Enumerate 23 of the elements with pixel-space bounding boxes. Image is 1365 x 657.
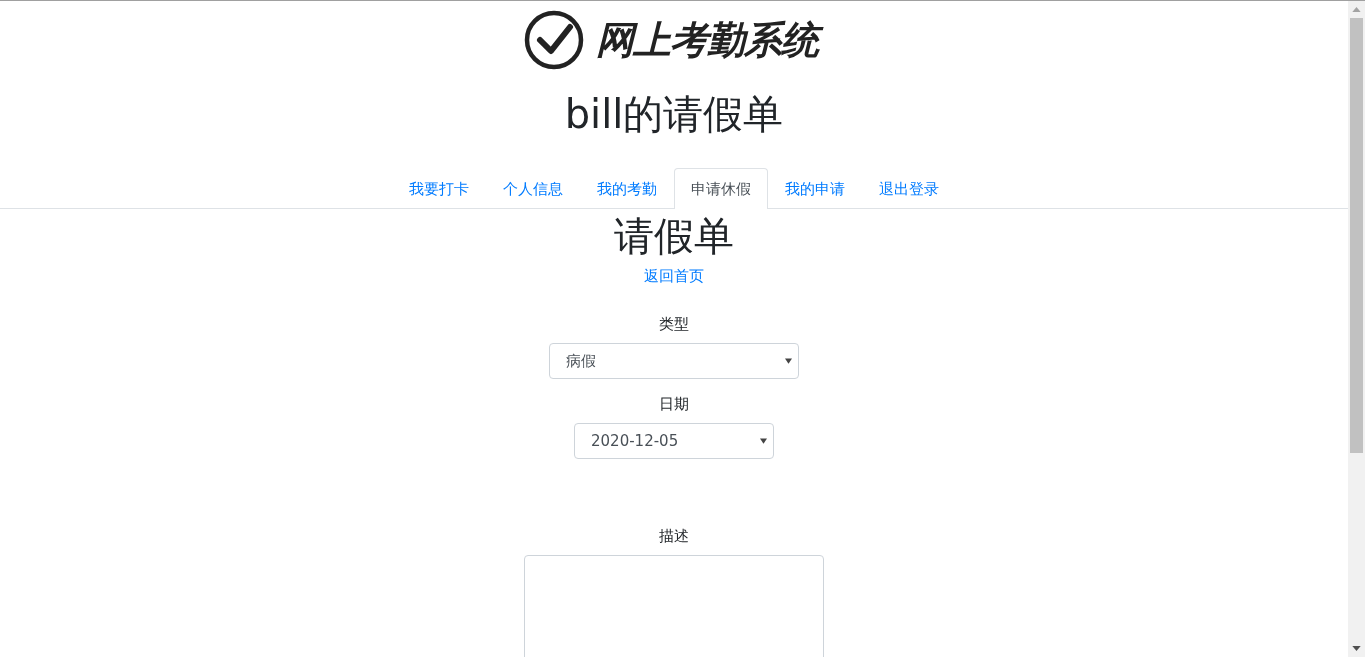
- caret-icon: [760, 438, 767, 444]
- field-label: 描述: [659, 526, 689, 547]
- page-title: bill的请假单: [564, 90, 784, 138]
- nav-tab[interactable]: 退出登录: [862, 168, 956, 209]
- scroll-thumb[interactable]: [1350, 18, 1363, 453]
- check-circle-icon: [524, 10, 584, 70]
- form-heading: 请假单: [614, 212, 734, 261]
- description-field[interactable]: [524, 555, 824, 657]
- scrollbar[interactable]: [1348, 1, 1365, 657]
- select-field[interactable]: 2020-12-05: [574, 423, 774, 459]
- field-label: 日期: [659, 394, 689, 415]
- back-link[interactable]: 返回首页: [644, 265, 704, 287]
- logo-text: 网上考勤系统: [592, 14, 824, 66]
- nav-tab[interactable]: 我的申请: [768, 168, 862, 209]
- scroll-up-icon[interactable]: [1352, 7, 1361, 12]
- nav-tab[interactable]: 我要打卡: [392, 168, 486, 209]
- nav-tab[interactable]: 个人信息: [486, 168, 580, 209]
- scroll-down-icon[interactable]: [1352, 646, 1361, 651]
- field-label: 类型: [659, 314, 689, 335]
- nav-tab[interactable]: 我的考勤: [580, 168, 674, 209]
- caret-icon: [785, 358, 792, 364]
- select-field[interactable]: 病假: [549, 343, 799, 379]
- nav-tab[interactable]: 申请休假: [674, 168, 768, 209]
